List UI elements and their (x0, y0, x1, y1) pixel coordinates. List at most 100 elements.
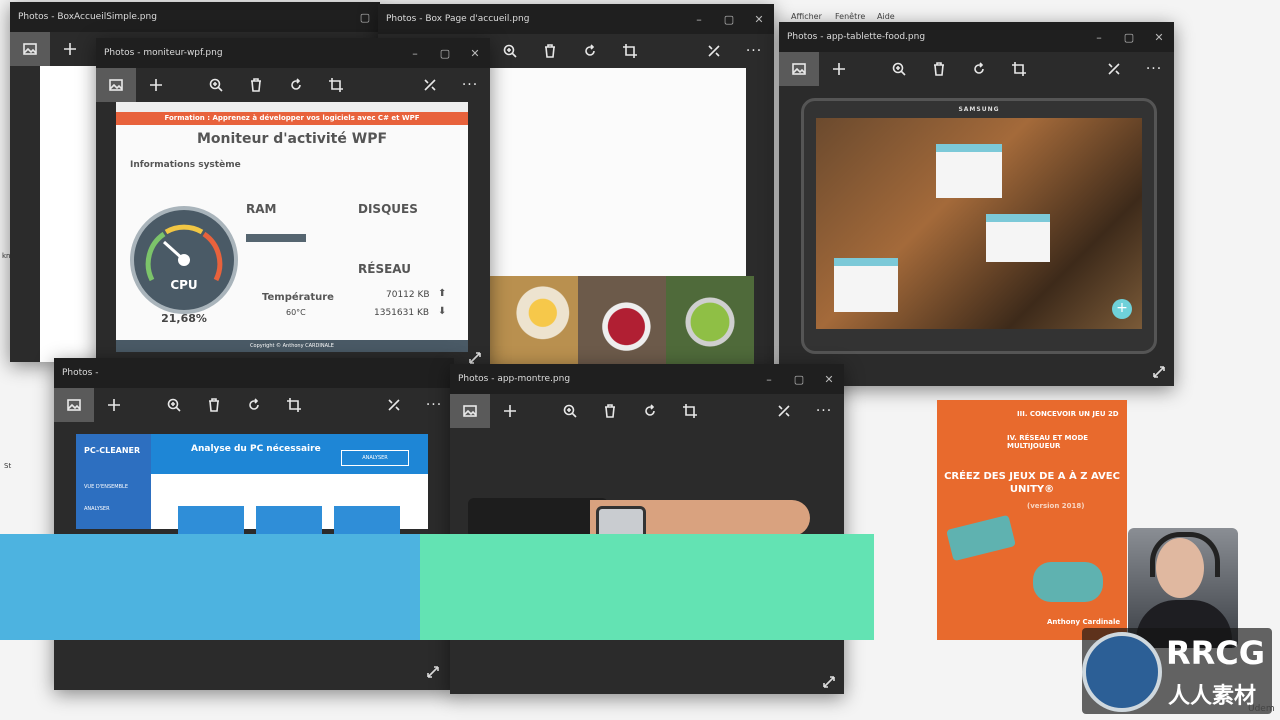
menu-afficher[interactable]: Afficher (791, 12, 822, 21)
pc-cleaner-sidebar: PC-CLEANER VUE D'ENSEMBLE ANALYSER (76, 434, 151, 529)
pc-cleaner-heading: Analyse du PC nécessaire (191, 444, 321, 454)
watermark-sub: 人人素材 (1168, 684, 1257, 709)
edit-icon[interactable] (764, 394, 804, 428)
close-icon[interactable]: ✕ (460, 38, 490, 68)
image-icon[interactable] (54, 388, 94, 422)
expand-icon[interactable] (1152, 364, 1166, 378)
zoom-icon[interactable] (879, 52, 919, 86)
maximize-icon[interactable]: ▢ (430, 38, 460, 68)
more-icon[interactable]: ··· (1134, 52, 1174, 86)
zoom-icon[interactable] (154, 388, 194, 422)
photo-berries (578, 276, 666, 364)
window-titlebar[interactable]: Photos - app-tablette-food.png – ▢ ✕ (779, 22, 1174, 52)
minimize-icon[interactable]: – (754, 364, 784, 394)
delete-icon[interactable] (590, 394, 630, 428)
edit-icon[interactable] (1094, 52, 1134, 86)
crop-icon[interactable] (274, 388, 314, 422)
expand-icon[interactable] (426, 664, 440, 678)
close-icon[interactable]: ✕ (1144, 22, 1174, 52)
image-icon[interactable] (96, 68, 136, 102)
wpf-monitor-screenshot: Formation : Apprenez à développer vos lo… (116, 102, 468, 352)
rrcg-logo-icon (1082, 632, 1162, 712)
more-icon[interactable]: ··· (414, 388, 454, 422)
window-title: Photos - BoxAccueilSimple.png (18, 12, 157, 22)
rotate-icon[interactable] (959, 52, 999, 86)
pc-cleaner-analyse-button: ANALYSER (341, 450, 409, 466)
window-title: Photos - (62, 368, 99, 378)
edit-icon[interactable] (694, 34, 734, 68)
rotate-icon[interactable] (276, 68, 316, 102)
close-icon[interactable]: ✕ (744, 4, 774, 34)
crop-icon[interactable] (610, 34, 650, 68)
arrow-up-icon: ⬆ (438, 288, 447, 299)
delete-icon[interactable] (530, 34, 570, 68)
sleeve (468, 498, 608, 538)
window-titlebar[interactable]: Photos - app-montre.png – ▢ ✕ (450, 364, 844, 394)
network-down-value: 1351631 KB (374, 308, 430, 318)
add-icon[interactable] (136, 68, 176, 102)
edit-icon[interactable] (410, 68, 450, 102)
window-titlebar[interactable]: Photos - BoxAccueilSimple.png ▢ (10, 2, 380, 32)
photo-canvas: SAMSUNG + (779, 86, 1174, 386)
rotate-icon[interactable] (570, 34, 610, 68)
window-titlebar[interactable]: Photos - Box Page d'accueil.png – ▢ ✕ (378, 4, 774, 34)
maximize-icon[interactable]: ▢ (784, 364, 814, 394)
maximize-icon[interactable]: ▢ (714, 4, 744, 34)
crop-icon[interactable] (670, 394, 710, 428)
image-icon[interactable] (10, 32, 50, 66)
photos-toolbar: ··· (54, 388, 454, 422)
menu-aide[interactable]: Aide (877, 12, 895, 21)
more-icon[interactable]: ··· (450, 68, 490, 102)
add-icon[interactable] (490, 394, 530, 428)
expand-icon[interactable] (822, 674, 836, 688)
food-callout (986, 214, 1050, 262)
maximize-icon[interactable]: ▢ (350, 2, 380, 32)
network-up-value: 70112 KB (386, 290, 430, 300)
zoom-icon[interactable] (550, 394, 590, 428)
menu-fenetre[interactable]: Fenêtre (835, 12, 865, 21)
minimize-icon[interactable]: – (400, 38, 430, 68)
corner-label: Udem (1248, 704, 1275, 714)
cpu-gauge (130, 206, 238, 314)
delete-icon[interactable] (919, 52, 959, 86)
background-snippet-st: St (4, 462, 12, 470)
delete-icon[interactable] (236, 68, 276, 102)
more-icon[interactable]: ··· (804, 394, 844, 428)
crop-icon[interactable] (999, 52, 1039, 86)
photos-window-pc-cleaner[interactable]: Photos - ··· PC-CLEANER VUE D'ENSEMBLE A… (54, 358, 454, 690)
zoom-icon[interactable] (196, 68, 236, 102)
book-line-2: IV. RÉSEAU ET MODE MULTIJOUEUR (1007, 434, 1089, 450)
wpf-heading: Moniteur d'activité WPF (196, 131, 388, 147)
window-titlebar[interactable]: Photos - moniteur-wpf.png – ▢ ✕ (96, 38, 490, 68)
window-titlebar[interactable]: Photos - (54, 358, 454, 388)
delete-icon[interactable] (194, 388, 234, 422)
add-icon[interactable] (50, 32, 90, 66)
photo-breakfast (490, 276, 578, 364)
book-author: Anthony Cardinale (1047, 618, 1121, 626)
pc-cleaner-tile (256, 506, 322, 536)
photos-toolbar: ··· (96, 68, 490, 102)
add-icon[interactable] (819, 52, 859, 86)
photos-window-app-montre[interactable]: Photos - app-montre.png – ▢ ✕ ··· (450, 364, 844, 694)
temperature-label: Température (262, 292, 334, 303)
maximize-icon[interactable]: ▢ (1114, 22, 1144, 52)
crop-icon[interactable] (316, 68, 356, 102)
tablet-screen-food: + (816, 118, 1142, 329)
wpf-banner: Formation : Apprenez à développer vos lo… (116, 112, 468, 125)
rotate-icon[interactable] (234, 388, 274, 422)
image-icon[interactable] (450, 394, 490, 428)
edit-icon[interactable] (374, 388, 414, 422)
add-icon[interactable] (94, 388, 134, 422)
expand-icon[interactable] (468, 350, 482, 364)
disks-label: DISQUES (358, 202, 418, 216)
rotate-icon[interactable] (630, 394, 670, 428)
add-fab-icon: + (1112, 299, 1132, 319)
more-icon[interactable]: ··· (734, 34, 774, 68)
close-icon[interactable]: ✕ (814, 364, 844, 394)
photos-window-moniteur-wpf[interactable]: Photos - moniteur-wpf.png – ▢ ✕ ··· Form… (96, 38, 490, 370)
zoom-icon[interactable] (490, 34, 530, 68)
image-icon[interactable] (779, 52, 819, 86)
minimize-icon[interactable]: – (684, 4, 714, 34)
minimize-icon[interactable]: – (1084, 22, 1114, 52)
photos-window-tablette-food[interactable]: Photos - app-tablette-food.png – ▢ ✕ ···… (779, 22, 1174, 386)
